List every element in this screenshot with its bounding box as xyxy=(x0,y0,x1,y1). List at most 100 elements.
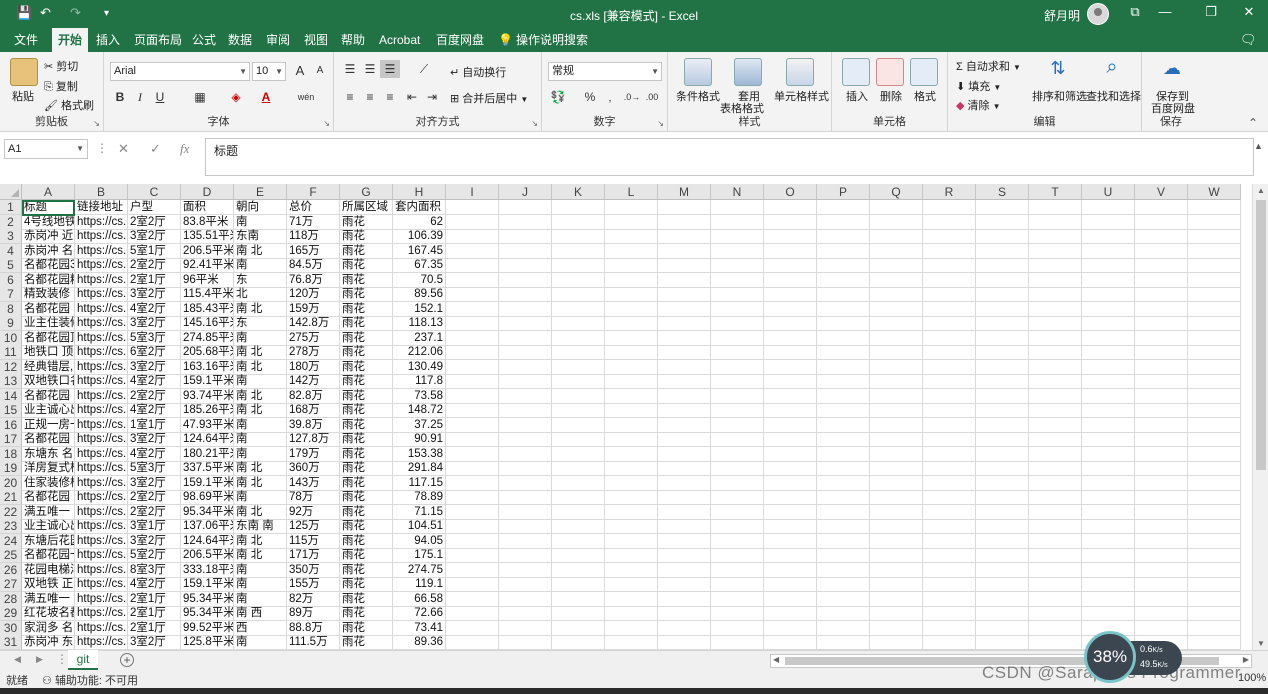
tab-data[interactable]: 数据 xyxy=(222,28,258,52)
prev-sheet-icon[interactable]: ◀ xyxy=(14,654,21,665)
cell[interactable]: 2室1厅 xyxy=(128,606,181,621)
column-header-i[interactable]: I xyxy=(446,184,499,200)
cell[interactable] xyxy=(552,359,605,375)
cell[interactable] xyxy=(552,577,605,592)
cell[interactable]: 8室3厅 xyxy=(128,562,181,578)
cell[interactable]: 143万 xyxy=(287,475,340,491)
cell[interactable]: 雨花 xyxy=(340,287,393,302)
cell[interactable]: 206.5平米 xyxy=(181,548,234,563)
cell[interactable] xyxy=(552,432,605,447)
cell[interactable] xyxy=(499,519,552,534)
cell[interactable] xyxy=(605,635,658,650)
column-header-g[interactable]: G xyxy=(340,184,393,200)
cell[interactable] xyxy=(976,272,1029,288)
percent-style-button[interactable]: % xyxy=(580,88,600,106)
cell[interactable] xyxy=(1029,403,1082,418)
cell[interactable] xyxy=(1135,388,1188,404)
cell[interactable] xyxy=(446,635,499,650)
cell[interactable] xyxy=(711,301,764,317)
row-header[interactable]: 7 xyxy=(0,287,22,302)
tab-formulas[interactable]: 公式 xyxy=(186,28,222,52)
cell[interactable] xyxy=(870,287,923,302)
cell[interactable] xyxy=(1029,519,1082,534)
cell[interactable] xyxy=(1082,345,1135,360)
cell[interactable]: 4号线地铁 xyxy=(22,214,75,230)
cell[interactable] xyxy=(1188,635,1241,650)
network-speed-widget[interactable]: 0.6K/s 49.5K/s 38% xyxy=(1084,631,1182,683)
cell[interactable] xyxy=(605,591,658,607)
cell[interactable] xyxy=(764,374,817,389)
cell[interactable] xyxy=(1082,475,1135,491)
cell[interactable] xyxy=(499,388,552,404)
cell[interactable] xyxy=(1135,417,1188,433)
cell[interactable]: 175.1 xyxy=(393,548,446,563)
cell[interactable] xyxy=(605,446,658,462)
cell[interactable]: 南 北 xyxy=(234,548,287,563)
cell[interactable]: 62 xyxy=(393,214,446,230)
cell[interactable] xyxy=(976,200,1029,215)
cell[interactable]: 南 北 xyxy=(234,504,287,520)
cell[interactable] xyxy=(1135,200,1188,215)
cell[interactable]: https://cs.li xyxy=(75,287,128,302)
cell[interactable] xyxy=(817,374,870,389)
column-header-s[interactable]: S xyxy=(976,184,1029,200)
cell[interactable]: 套内面积 xyxy=(393,200,446,215)
cell[interactable]: https://cs.li xyxy=(75,635,128,650)
cell[interactable]: https://cs.li xyxy=(75,330,128,346)
cell[interactable]: 雨花 xyxy=(340,258,393,273)
cell[interactable] xyxy=(1135,519,1188,534)
column-header-o[interactable]: O xyxy=(764,184,817,200)
next-sheet-icon[interactable]: ▶ xyxy=(36,654,43,665)
decrease-decimal-icon[interactable]: .00 xyxy=(642,88,662,106)
comment-icon[interactable]: 🗨 xyxy=(1240,32,1257,48)
tab-acrobat[interactable]: Acrobat xyxy=(373,28,426,52)
cell[interactable] xyxy=(923,345,976,360)
cell[interactable]: 雨花 xyxy=(340,229,393,244)
cell[interactable] xyxy=(1082,562,1135,578)
cell[interactable]: https://cs.li xyxy=(75,301,128,317)
cell[interactable] xyxy=(552,214,605,230)
cell[interactable] xyxy=(552,591,605,607)
cell[interactable] xyxy=(976,287,1029,302)
cell[interactable]: 东南 xyxy=(234,229,287,244)
row-header[interactable]: 23 xyxy=(0,519,22,534)
cell[interactable]: 3室2厅 xyxy=(128,359,181,375)
cell[interactable]: 家润多 名 xyxy=(22,620,75,636)
cell[interactable]: 洋房复式楼 xyxy=(22,461,75,476)
cell[interactable] xyxy=(870,504,923,520)
cell[interactable] xyxy=(1188,243,1241,259)
cell[interactable] xyxy=(1188,330,1241,346)
cell[interactable] xyxy=(499,446,552,462)
cell[interactable] xyxy=(658,548,711,563)
cell[interactable]: 南 北 xyxy=(234,461,287,476)
cell[interactable]: 雨花 xyxy=(340,417,393,433)
scroll-right-icon[interactable]: ▶ xyxy=(1243,655,1249,664)
cell[interactable] xyxy=(499,432,552,447)
cell[interactable]: 雨花 xyxy=(340,388,393,404)
cell[interactable] xyxy=(446,461,499,476)
cell[interactable] xyxy=(552,345,605,360)
cell[interactable] xyxy=(764,417,817,433)
cell[interactable] xyxy=(1082,417,1135,433)
cell[interactable]: 雨花 xyxy=(340,243,393,259)
cell[interactable]: 双地铁口名 xyxy=(22,374,75,389)
underline-button[interactable]: U xyxy=(150,88,170,106)
cell[interactable] xyxy=(1188,403,1241,418)
cell[interactable] xyxy=(552,606,605,621)
cell[interactable]: 南 北 xyxy=(234,533,287,549)
cell[interactable] xyxy=(1029,258,1082,273)
cell[interactable]: 90.91 xyxy=(393,432,446,447)
cell[interactable]: 159.1平米 xyxy=(181,374,234,389)
cell[interactable]: 106.39 xyxy=(393,229,446,244)
vertical-scroll-thumb[interactable] xyxy=(1256,200,1266,470)
cell[interactable]: 78.89 xyxy=(393,490,446,505)
vertical-scrollbar[interactable]: ▲ ▼ xyxy=(1252,184,1268,650)
cell[interactable] xyxy=(817,345,870,360)
tell-me-search[interactable]: 💡 操作说明搜索 xyxy=(494,28,594,52)
cell[interactable] xyxy=(923,388,976,404)
cell[interactable]: https://cs.li xyxy=(75,504,128,520)
cell[interactable]: 212.06 xyxy=(393,345,446,360)
cell[interactable] xyxy=(1029,287,1082,302)
cell[interactable] xyxy=(923,374,976,389)
cell[interactable] xyxy=(658,243,711,259)
